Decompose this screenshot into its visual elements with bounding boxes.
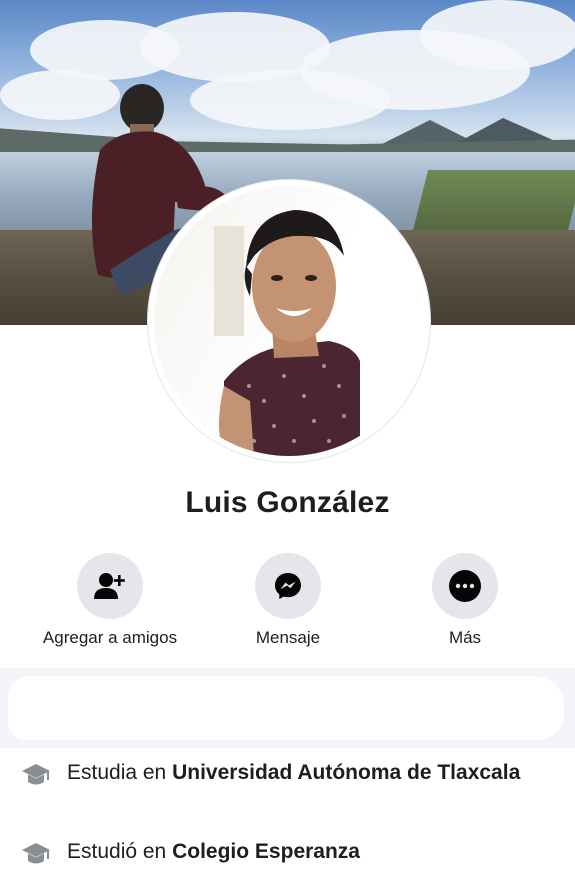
graduation-cap-icon	[22, 843, 50, 864]
add-friend-button[interactable]: Agregar a amigos	[35, 553, 185, 648]
education-past-place[interactable]: Colegio Esperanza	[172, 840, 360, 863]
profile-picture[interactable]	[154, 186, 424, 456]
profile-picture-frame[interactable]	[148, 180, 430, 462]
education-current-row[interactable]: Estudia en Universidad Autónoma de Tlaxc…	[20, 759, 560, 789]
more-icon[interactable]	[432, 553, 498, 619]
message-label: Mensaje	[255, 628, 321, 647]
profile-name: Luis González	[185, 486, 390, 519]
redacted-area	[0, 668, 575, 748]
message-button[interactable]: Mensaje	[213, 553, 363, 648]
education-current-text: Estudia en Universidad Autónoma de Tlaxc…	[67, 761, 521, 784]
graduation-cap-icon	[22, 764, 50, 785]
add-friend-icon[interactable]	[77, 553, 143, 619]
more-label: Más	[448, 628, 482, 647]
profile-person-illustration	[214, 186, 424, 456]
education-current-place[interactable]: Universidad Autónoma de Tlaxcala	[172, 761, 520, 784]
add-friend-label: Agregar a amigos	[42, 628, 178, 647]
more-button[interactable]: Más	[390, 553, 540, 648]
education-past-text: Estudió en Colegio Esperanza	[67, 840, 360, 863]
messenger-icon[interactable]	[255, 553, 321, 619]
education-past-row[interactable]: Estudió en Colegio Esperanza	[20, 838, 560, 868]
